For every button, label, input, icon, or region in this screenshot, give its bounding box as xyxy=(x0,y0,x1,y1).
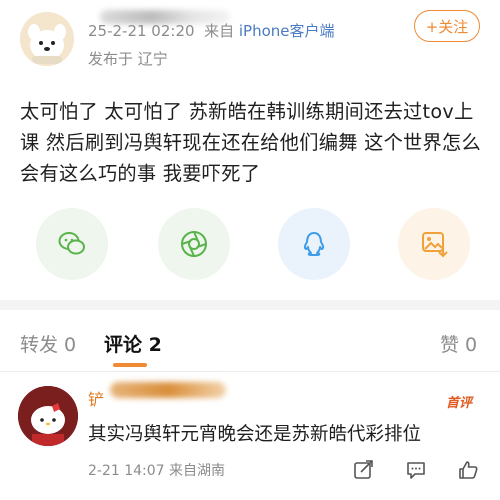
comment-reply-button[interactable] xyxy=(404,458,428,482)
post-from-label: 来自 xyxy=(204,22,235,40)
reply-icon xyxy=(407,462,425,479)
commenter-name-prefix[interactable]: 铲 xyxy=(88,386,104,410)
tab-repost[interactable]: 转发 0 xyxy=(20,330,76,357)
first-comment-badge: 首评 xyxy=(446,396,473,411)
moments-icon xyxy=(181,231,207,257)
section-divider xyxy=(0,300,500,310)
post-text: 太可怕了 太可怕了 苏新皓在韩训练期间还去过tov上课 然后刷到冯舆轩现在还在给… xyxy=(20,100,482,185)
author-avatar[interactable] xyxy=(20,12,74,66)
follow-button[interactable]: +关注 xyxy=(414,10,480,42)
qq-icon xyxy=(303,232,325,256)
post-date: 25-2-21 02:20 xyxy=(88,22,195,40)
thumbs-up-icon xyxy=(459,461,478,479)
repost-icon xyxy=(354,460,373,479)
tab-divider xyxy=(0,371,500,372)
comment-meta: 2-21 14:07 来自湖南 xyxy=(88,463,226,479)
share-qq-button[interactable] xyxy=(278,208,350,280)
save-image-icon xyxy=(422,232,448,258)
share-wechat-button[interactable] xyxy=(36,208,108,280)
share-moments-button[interactable] xyxy=(158,208,230,280)
comment-repost-button[interactable] xyxy=(352,458,376,482)
post-source-link[interactable]: iPhone客户端 xyxy=(239,22,335,40)
tab-comments[interactable]: 评论 2 xyxy=(104,330,162,357)
wechat-icon xyxy=(58,232,85,255)
commenter-avatar[interactable] xyxy=(18,386,78,446)
dog-avatar-icon xyxy=(20,12,74,66)
active-tab-indicator xyxy=(113,363,147,367)
commenter-name-redacted[interactable] xyxy=(110,382,226,398)
tab-likes[interactable]: 赞 0 xyxy=(440,330,477,357)
post-meta: 25-2-21 02:20 来自 iPhone客户端 xyxy=(88,20,335,41)
kitty-avatar-icon xyxy=(18,386,78,446)
comment-like-button[interactable] xyxy=(456,458,480,482)
comment-text: 其实冯舆轩元宵晚会还是苏新皓代彩排位 xyxy=(88,424,422,445)
post-location: 发布于 辽宁 xyxy=(88,50,168,68)
save-image-button[interactable] xyxy=(398,208,470,280)
